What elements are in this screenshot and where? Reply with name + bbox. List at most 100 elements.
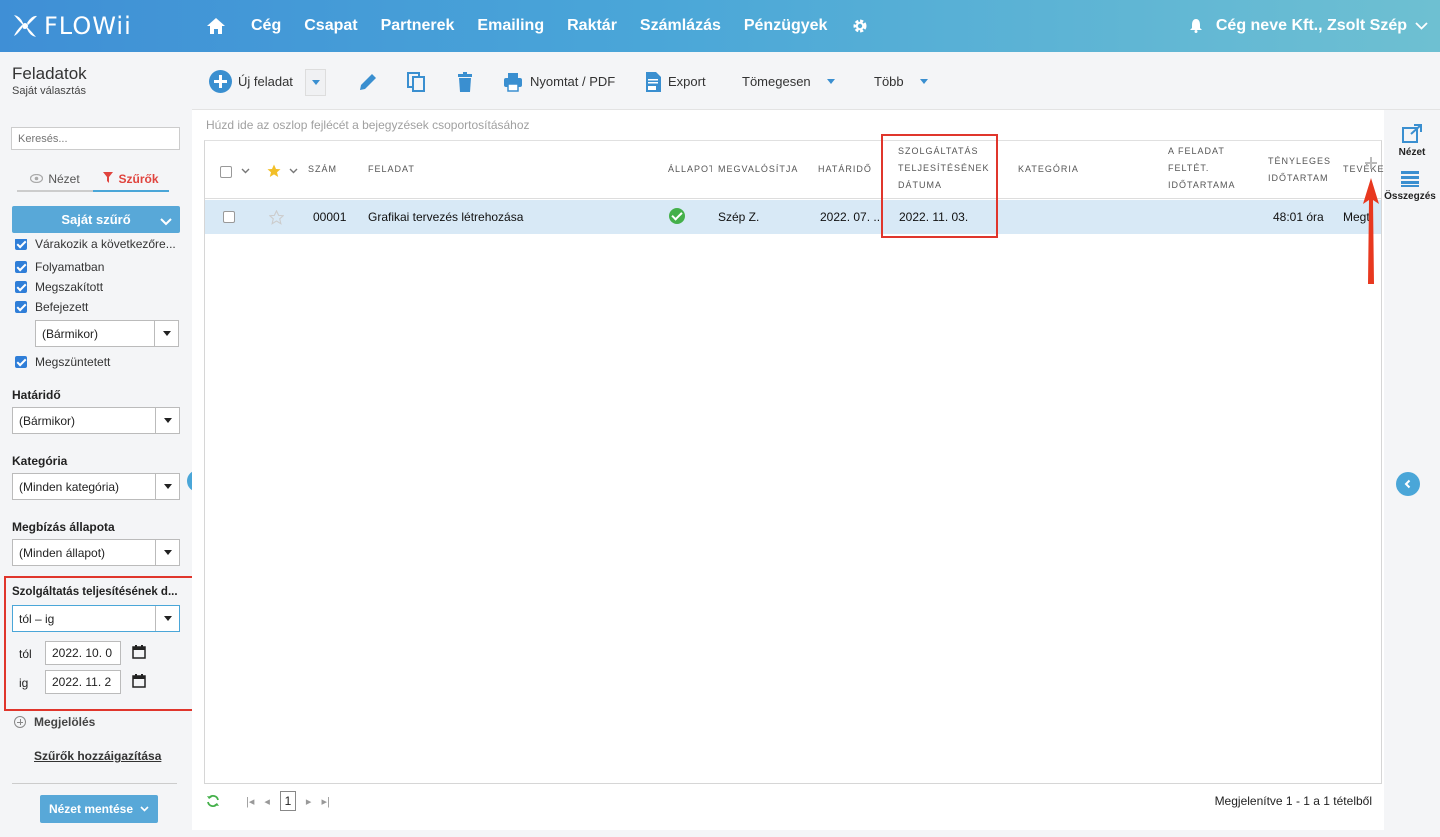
page-number[interactable]: 1 <box>279 791 296 811</box>
star-icon[interactable] <box>267 164 281 178</box>
flowii-logo[interactable]: FLOWii <box>12 10 132 42</box>
select-value: (Minden állapot) <box>19 545 106 560</box>
new-task-label: Új feladat <box>238 74 293 89</box>
sidebar-tabs: Nézet Szűrők <box>17 168 170 192</box>
list-icon <box>1401 171 1419 187</box>
nav-csapat[interactable]: Csapat <box>304 17 357 35</box>
checkbox-checked-icon <box>15 261 27 273</box>
assign-filters-link[interactable]: Szűrők hozzáigazítása <box>34 749 161 763</box>
copy-icon[interactable] <box>405 71 427 93</box>
cell-assignee: Szép Z. <box>718 210 760 224</box>
chevron-down-icon[interactable] <box>289 168 298 174</box>
header-line: időtartama <box>1168 180 1236 190</box>
tab-view[interactable]: Nézet <box>17 168 93 192</box>
trash-icon[interactable] <box>454 71 476 93</box>
tab-filters[interactable]: Szűrők <box>93 168 169 192</box>
toolbar: Új feladat Nyomtat / PDF Export Tömegese… <box>192 52 1440 110</box>
header-assignee[interactable]: Megvalósítja <box>718 161 798 178</box>
page-title: Feladatok <box>12 64 87 83</box>
checkbox-checked-icon <box>15 356 27 368</box>
more-menu[interactable]: Több <box>874 74 928 89</box>
dropdown-arrow-icon <box>155 540 179 565</box>
bulk-menu[interactable]: Tömegesen <box>742 74 835 89</box>
marking-label: Megjelölés <box>34 715 96 729</box>
filter-sidebar: Feladatok Saját választás Nézet Szűrők S… <box>0 52 254 837</box>
header-number[interactable]: Szám <box>308 161 337 178</box>
header-activity[interactable]: Tevéke <box>1343 161 1385 178</box>
top-navigation-bar: FLOWii Cég Csapat Partnerek Emailing Rak… <box>0 0 1440 52</box>
collapse-rail-button[interactable] <box>1396 472 1420 496</box>
select-value: (Bármikor) <box>19 413 75 428</box>
print-pdf-button[interactable]: Nyomtat / PDF <box>530 74 615 89</box>
status-checkbox-waiting[interactable]: Várakozik a következőre... <box>15 239 176 252</box>
save-view-button[interactable]: Nézet mentése <box>40 795 158 823</box>
logo-mark-icon <box>12 13 38 39</box>
save-view-label: Nézet mentése <box>48 802 134 816</box>
star-outline-icon[interactable] <box>269 210 284 225</box>
gear-icon[interactable] <box>850 16 870 36</box>
export-button[interactable]: Export <box>668 74 706 89</box>
nav-partnerek[interactable]: Partnerek <box>381 17 455 35</box>
new-task-button[interactable]: Új feladat <box>209 70 293 93</box>
next-page-icon[interactable]: ▸ <box>306 795 312 808</box>
cell-task[interactable]: Grafikai tervezés létrehozása <box>368 210 523 224</box>
chevron-down-icon <box>140 806 149 812</box>
bell-icon[interactable] <box>1189 19 1202 33</box>
new-task-dropdown-button[interactable] <box>305 69 326 96</box>
order-status-select[interactable]: (Minden állapot) <box>12 539 180 566</box>
highlight-box-service-date-filter <box>4 576 203 711</box>
nav-ceg[interactable]: Cég <box>251 17 281 35</box>
last-page-icon[interactable]: ▸| <box>321 795 329 808</box>
nav-szamlazas[interactable]: Számlázás <box>640 17 721 35</box>
search-input[interactable] <box>11 127 180 150</box>
order-status-label: Megbízás állapota <box>12 520 115 534</box>
status-checkbox-finished[interactable]: Befejezett <box>15 299 88 315</box>
grid-header: Szám Feladat Állapot Megvalósítja Határi… <box>205 141 1384 199</box>
bottom-strip <box>192 830 1440 837</box>
refresh-icon[interactable] <box>206 794 220 808</box>
red-arrow-up-icon <box>1363 178 1379 284</box>
own-filter-button[interactable]: Saját szűrő <box>12 206 180 233</box>
export-file-icon[interactable] <box>642 71 664 93</box>
status-label: Megszüntetett <box>35 355 111 369</box>
deadline-select[interactable]: (Bármikor) <box>12 407 180 434</box>
edit-icon[interactable] <box>357 71 379 93</box>
chevron-down-icon[interactable] <box>241 168 250 174</box>
home-icon[interactable] <box>205 15 227 37</box>
dropdown-arrow-icon <box>154 321 178 346</box>
header-deadline[interactable]: Határidő <box>818 161 872 178</box>
header-status[interactable]: Állapot <box>668 161 712 178</box>
external-link-icon <box>1402 124 1422 143</box>
finished-time-select[interactable]: (Bármikor) <box>35 320 179 347</box>
header-actual-duration[interactable]: Tényleges időtartam <box>1268 153 1331 187</box>
prev-page-icon[interactable]: ◂ <box>264 795 270 808</box>
header-planned-duration[interactable]: A feladat feltét. időtartama <box>1168 143 1236 194</box>
tab-view-label: Nézet <box>48 172 80 186</box>
nav-emailing[interactable]: Emailing <box>477 17 544 35</box>
header-task[interactable]: Feladat <box>368 161 415 178</box>
nav-penzugyek[interactable]: Pénzügyek <box>744 17 828 35</box>
header-category[interactable]: Kategória <box>1018 161 1079 178</box>
status-checkbox-cancelled[interactable]: Megszüntetett <box>15 354 110 370</box>
category-select[interactable]: (Minden kategória) <box>12 473 180 500</box>
own-filter-label: Saját szűrő <box>61 212 131 227</box>
user-menu[interactable]: Cég neve Kft., Zsolt Szép <box>1189 0 1428 52</box>
printer-icon[interactable] <box>502 71 524 93</box>
status-checkbox-in-progress[interactable]: Folyamatban <box>15 259 104 275</box>
checkbox-checked-icon <box>15 301 27 313</box>
table-row[interactable]: 00001 Grafikai tervezés létrehozása Szép… <box>205 200 1381 234</box>
marking-toggle[interactable]: Megjelölés <box>14 715 95 729</box>
rail-summary-button[interactable]: Összegzés <box>1382 170 1438 202</box>
status-checkbox-interrupted[interactable]: Megszakított <box>15 279 103 295</box>
dropdown-arrow-icon <box>155 408 179 433</box>
add-column-icon[interactable] <box>1365 157 1377 169</box>
row-checkbox[interactable] <box>223 211 235 223</box>
status-label: Megszakított <box>35 280 104 294</box>
more-label: Több <box>874 74 904 89</box>
nav-raktar[interactable]: Raktár <box>567 17 617 35</box>
select-all-checkbox[interactable] <box>220 166 232 178</box>
task-grid: Szám Feladat Állapot Megvalósítja Határi… <box>204 140 1384 784</box>
cell-number: 00001 <box>313 210 347 224</box>
first-page-icon[interactable]: |◂ <box>246 795 254 808</box>
rail-view-button[interactable]: Nézet <box>1384 124 1440 158</box>
